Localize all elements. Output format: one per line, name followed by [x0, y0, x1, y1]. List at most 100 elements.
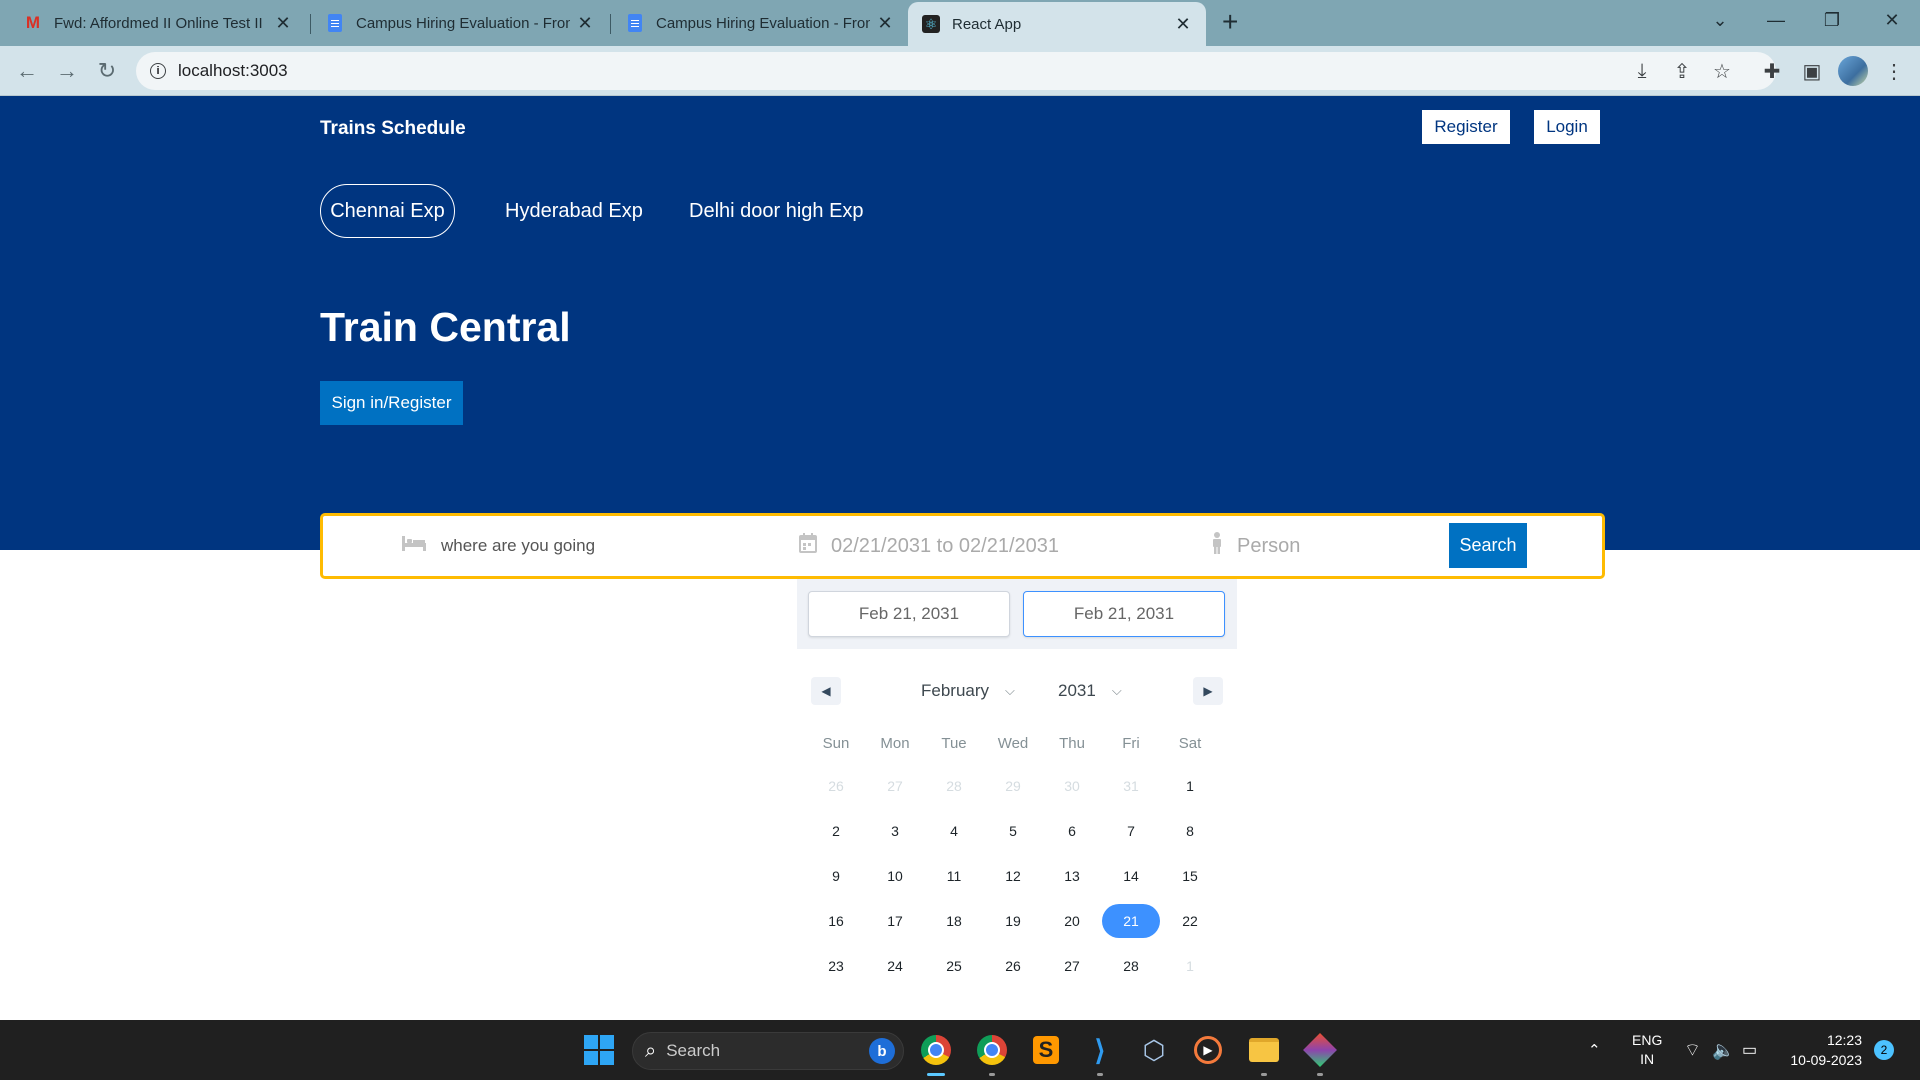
calendar-day[interactable]: 25	[925, 949, 983, 983]
close-tab-icon[interactable]: ✕	[876, 13, 894, 34]
login-button[interactable]: Login	[1534, 110, 1600, 144]
nav-item-hyderabad-exp[interactable]: Hyderabad Exp	[492, 184, 656, 238]
calendar-day[interactable]: 1	[1161, 769, 1219, 803]
calendar-day[interactable]: 19	[984, 904, 1042, 938]
calendar-day[interactable]: 2	[807, 814, 865, 848]
weekday-label: Wed	[997, 735, 1029, 752]
calendar-day[interactable]: 15	[1161, 859, 1219, 893]
browser-toolbar: ← → ↻ i localhost:3003 ⤓ ⇪ ☆ ✚ ▣ ⋮	[0, 46, 1920, 96]
calendar-day[interactable]: 6	[1043, 814, 1101, 848]
close-tab-icon[interactable]: ✕	[274, 13, 292, 34]
extensions-icon[interactable]: ✚	[1758, 57, 1786, 85]
calendar-day[interactable]: 26	[984, 949, 1042, 983]
calendar-day[interactable]: 28	[1102, 949, 1160, 983]
calendar-day[interactable]: 5	[984, 814, 1042, 848]
calendar-day[interactable]: 16	[807, 904, 865, 938]
calendar-day[interactable]: 28	[925, 769, 983, 803]
brand-logo[interactable]: Trains Schedule	[320, 118, 466, 140]
nav-item-chennai-exp[interactable]: Chennai Exp	[320, 184, 455, 238]
calendar-day[interactable]: 22	[1161, 904, 1219, 938]
git-icon[interactable]	[1302, 1032, 1338, 1076]
bookmark-star-icon[interactable]: ☆	[1708, 57, 1736, 85]
calendar-day[interactable]: 23	[807, 949, 865, 983]
react-icon: ⚛	[922, 15, 940, 33]
calendar-day[interactable]: 7	[1102, 814, 1160, 848]
calendar-day[interactable]: 20	[1043, 904, 1101, 938]
calendar-day[interactable]: 1	[1161, 949, 1219, 983]
show-hidden-icons-chevron[interactable]: ⌃	[1588, 1020, 1601, 1080]
end-date-input[interactable]: Feb 21, 2031	[1023, 591, 1225, 637]
virtualbox-icon[interactable]: ⬡	[1136, 1032, 1172, 1068]
browser-tab-docs-2[interactable]: Campus Hiring Evaluation - Front ✕	[612, 4, 908, 42]
reload-icon[interactable]: ↻	[92, 56, 122, 86]
person-field[interactable]: Person	[1211, 516, 1300, 576]
share-icon[interactable]: ⇪	[1668, 57, 1696, 85]
browser-menu-icon[interactable]: ⋮	[1880, 57, 1908, 85]
close-tab-icon[interactable]: ✕	[576, 13, 594, 34]
year-select[interactable]: 2031 ⌵	[1058, 675, 1122, 707]
search-button[interactable]: Search	[1449, 523, 1527, 568]
address-bar[interactable]: i localhost:3003	[136, 52, 1776, 90]
month-select[interactable]: February ⌵	[921, 675, 1015, 707]
date-range-field[interactable]: 02/21/2031 to 02/21/2031	[799, 516, 1059, 576]
forward-icon[interactable]: →	[52, 56, 82, 86]
next-month-button[interactable]: ▶	[1193, 677, 1223, 705]
calendar-day[interactable]: 11	[925, 859, 983, 893]
calendar-day[interactable]: 29	[984, 769, 1042, 803]
install-app-icon[interactable]: ⤓	[1628, 57, 1656, 85]
restore-icon[interactable]: ❐	[1804, 0, 1860, 40]
calendar-day[interactable]: 8	[1161, 814, 1219, 848]
new-tab-icon[interactable]: +	[1222, 6, 1238, 38]
calendar-day[interactable]: 17	[866, 904, 924, 938]
destination-field[interactable]: where are you going	[401, 516, 595, 576]
chrome-profile-taskbar-icon[interactable]	[974, 1032, 1010, 1076]
tab-title: Campus Hiring Evaluation - Front	[656, 14, 870, 32]
windows-start-icon[interactable]	[584, 1035, 614, 1065]
calendar-day[interactable]: 10	[866, 859, 924, 893]
prev-month-button[interactable]: ◀	[811, 677, 841, 705]
register-button[interactable]: Register	[1422, 110, 1510, 144]
volume-icon[interactable]: 🔈	[1712, 1020, 1734, 1080]
chrome-taskbar-icon[interactable]	[918, 1032, 954, 1076]
minimize-icon[interactable]: —	[1748, 0, 1804, 40]
calendar-day[interactable]: 30	[1043, 769, 1101, 803]
sublime-text-icon[interactable]: S	[1028, 1032, 1064, 1068]
tab-search-icon[interactable]: ⌄	[1692, 0, 1748, 40]
start-date-input[interactable]: Feb 21, 2031	[808, 591, 1010, 637]
calendar-day[interactable]: 3	[866, 814, 924, 848]
tab-separator	[310, 14, 311, 34]
calendar-day[interactable]: 14	[1102, 859, 1160, 893]
calendar-day[interactable]: 13	[1043, 859, 1101, 893]
side-panel-icon[interactable]: ▣	[1798, 57, 1826, 85]
browser-tab-gmail[interactable]: M Fwd: Affordmed II Online Test II F ✕	[10, 4, 306, 42]
language-indicator[interactable]: ENG IN	[1632, 1020, 1662, 1080]
calendar-day[interactable]: 4	[925, 814, 983, 848]
calendar-day[interactable]: 27	[1043, 949, 1101, 983]
calendar-day-selected[interactable]: 21	[1102, 904, 1160, 938]
site-info-icon[interactable]: i	[150, 63, 166, 79]
calendar-day[interactable]: 9	[807, 859, 865, 893]
browser-tab-docs-1[interactable]: Campus Hiring Evaluation - Front ✕	[312, 4, 608, 42]
calendar-day[interactable]: 27	[866, 769, 924, 803]
taskbar-search[interactable]: ⌕ Search b	[632, 1032, 904, 1070]
system-clock[interactable]: 12:23 10-09-2023	[1778, 1030, 1862, 1070]
close-window-icon[interactable]: ✕	[1864, 0, 1920, 40]
calendar-day[interactable]: 18	[925, 904, 983, 938]
notification-badge[interactable]: 2	[1874, 1040, 1894, 1060]
calendar-day[interactable]: 24	[866, 949, 924, 983]
vscode-icon[interactable]: ⟩	[1082, 1032, 1118, 1076]
file-explorer-icon[interactable]	[1246, 1032, 1282, 1076]
back-icon[interactable]: ←	[12, 56, 42, 86]
close-tab-icon[interactable]: ✕	[1174, 14, 1192, 35]
battery-icon[interactable]: ▭	[1742, 1020, 1757, 1080]
calendar-day[interactable]: 12	[984, 859, 1042, 893]
nav-item-delhi-door-high-exp[interactable]: Delhi door high Exp	[676, 184, 877, 238]
profile-avatar[interactable]	[1838, 56, 1868, 86]
wifi-icon[interactable]: ⌔	[1684, 1020, 1701, 1080]
bing-icon[interactable]: b	[869, 1038, 895, 1064]
browser-tab-react-app[interactable]: ⚛ React App ✕	[908, 2, 1206, 46]
calendar-day[interactable]: 31	[1102, 769, 1160, 803]
media-player-icon[interactable]: ▶	[1190, 1032, 1226, 1068]
calendar-day[interactable]: 26	[807, 769, 865, 803]
signin-register-button[interactable]: Sign in/Register	[320, 381, 463, 425]
